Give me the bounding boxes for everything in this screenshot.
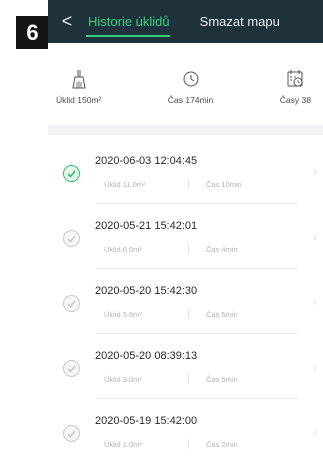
- record-area: Úklid 1.0m²: [104, 440, 142, 449]
- record-time: Čas 4min: [206, 245, 238, 254]
- record-time: Čas 10min: [206, 180, 242, 189]
- chevron-right-icon: ›: [313, 165, 317, 179]
- back-button[interactable]: <: [48, 0, 86, 43]
- record-area: Úklid 6.0m²: [104, 245, 142, 254]
- app-screen: < Historie úklidů Smazat mapu Úklid 150m…: [48, 0, 323, 466]
- meta-separator: [188, 244, 189, 254]
- broom-icon: [72, 70, 86, 89]
- record-datetime: 2020-05-20 15:42:30: [95, 285, 198, 297]
- history-list: 2020-06-03 12:04:45 Úklid 11.0m² Čas 10m…: [48, 135, 323, 460]
- stat-area-label: Úklid 150m²: [56, 95, 102, 105]
- chevron-right-icon: ›: [313, 230, 317, 244]
- meta-separator: [188, 309, 189, 319]
- record-datetime: 2020-06-03 12:04:45: [95, 155, 198, 167]
- record-time: Čas 5min: [206, 310, 238, 319]
- back-arrow-icon: <: [61, 11, 73, 31]
- meta-separator: [188, 374, 189, 384]
- history-item[interactable]: 2020-05-20 08:39:13 Úklid 3.0m² Čas 5min…: [48, 330, 323, 399]
- section-divider: [48, 125, 323, 135]
- chevron-right-icon: ›: [313, 425, 317, 439]
- record-area: Úklid 5.0m²: [104, 310, 142, 319]
- inactive-status-icon: [63, 295, 80, 312]
- summary-stats: Úklid 150m² Čas 174min Časy 38: [48, 43, 323, 125]
- chevron-right-icon: ›: [313, 360, 317, 374]
- record-datetime: 2020-05-19 15:42:00: [95, 415, 198, 427]
- top-bar: < Historie úklidů Smazat mapu: [48, 0, 323, 43]
- stat-total-area: Úklid 150m²: [56, 43, 101, 125]
- inactive-status-icon: [63, 360, 80, 377]
- history-item[interactable]: 2020-05-20 15:42:30 Úklid 5.0m² Čas 5min…: [48, 265, 323, 334]
- stat-count-label: Časy 38: [279, 95, 311, 105]
- inactive-status-icon: [63, 230, 80, 247]
- record-area: Úklid 11.0m²: [104, 180, 146, 189]
- record-area: Úklid 3.0m²: [104, 375, 142, 384]
- tab-clear-map[interactable]: Smazat mapu: [200, 0, 280, 43]
- history-item[interactable]: 2020-05-19 15:42:00 Úklid 1.0m² Čas 2min…: [48, 395, 323, 460]
- history-item[interactable]: 2020-06-03 12:04:45 Úklid 11.0m² Čas 10m…: [48, 135, 323, 204]
- step-badge: 6: [16, 16, 49, 49]
- meta-separator: [188, 439, 189, 449]
- record-time: Čas 5min: [206, 375, 238, 384]
- record-datetime: 2020-05-21 15:42:01: [95, 220, 198, 232]
- stat-total-count: Časy 38: [280, 43, 311, 125]
- calendar-clock-icon: [287, 70, 303, 87]
- meta-separator: [188, 179, 189, 189]
- history-item[interactable]: 2020-05-21 15:42:01 Úklid 6.0m² Čas 4min…: [48, 200, 323, 269]
- record-datetime: 2020-05-20 08:39:13: [95, 350, 198, 362]
- tab-history[interactable]: Historie úklidů: [86, 0, 176, 43]
- stat-time-label: Čas 174min: [167, 95, 214, 105]
- record-time: Čas 2min: [206, 440, 238, 449]
- chevron-right-icon: ›: [313, 295, 317, 309]
- inactive-status-icon: [63, 425, 80, 442]
- active-status-icon: [63, 165, 80, 182]
- stat-total-time: Čas 174min: [168, 43, 213, 125]
- clock-icon: [183, 71, 199, 87]
